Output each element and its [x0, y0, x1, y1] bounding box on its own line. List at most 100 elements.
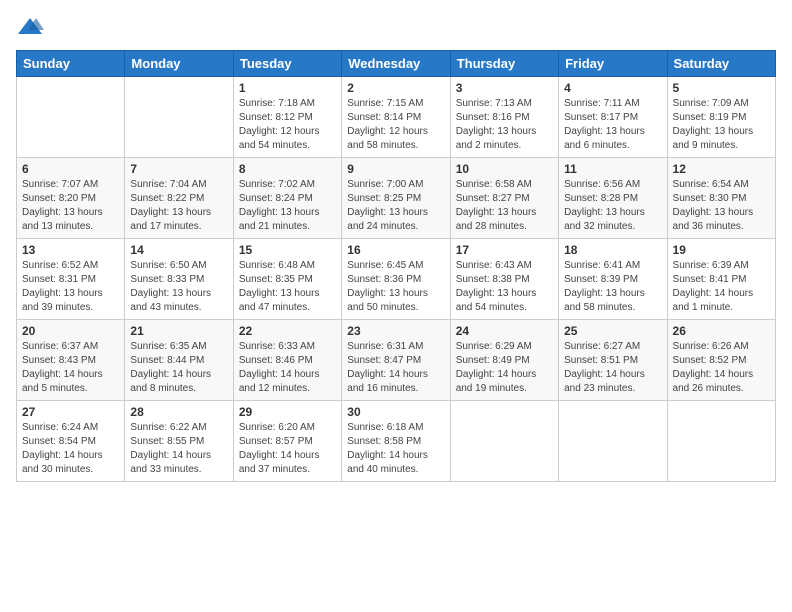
day-info: Sunrise: 6:35 AM Sunset: 8:44 PM Dayligh… [130, 340, 227, 396]
calendar-header-row: SundayMondayTuesdayWednesdayThursdayFrid… [17, 51, 776, 77]
day-number: 22 [239, 324, 336, 338]
calendar-cell: 1 Sunrise: 7:18 AM Sunset: 8:12 PM Daylig… [233, 77, 341, 158]
day-info: Sunrise: 6:37 AM Sunset: 8:43 PM Dayligh… [22, 340, 119, 396]
day-number: 10 [456, 162, 553, 176]
calendar-cell: 19 Sunrise: 6:39 AM Sunset: 8:41 PM Dayli… [667, 239, 775, 320]
calendar-cell: 6 Sunrise: 7:07 AM Sunset: 8:20 PM Daylig… [17, 158, 125, 239]
day-number: 2 [347, 81, 444, 95]
calendar-cell: 30 Sunrise: 6:18 AM Sunset: 8:58 PM Dayli… [342, 401, 450, 482]
day-info: Sunrise: 7:15 AM Sunset: 8:14 PM Dayligh… [347, 97, 444, 153]
logo [16, 16, 48, 38]
calendar-cell: 12Sunrise: 6:54 AM Sunset: 8:30 PM Dayli… [667, 158, 775, 239]
day-info: Sunrise: 7:09 AM Sunset: 8:19 PM Dayligh… [673, 97, 770, 153]
calendar-cell: 10 Sunrise: 6:58 AM Sunset: 8:27 PM Dayli… [450, 158, 558, 239]
day-number: 27 [22, 405, 119, 419]
day-info: Sunrise: 6:27 AM Sunset: 8:51 PM Dayligh… [564, 340, 661, 396]
day-number: 24 [456, 324, 553, 338]
day-info: Sunrise: 6:29 AM Sunset: 8:49 PM Dayligh… [456, 340, 553, 396]
calendar-cell: 24 Sunrise: 6:29 AM Sunset: 8:49 PM Dayli… [450, 320, 558, 401]
day-number: 18 [564, 243, 661, 257]
calendar-cell: 21Sunrise: 6:35 AM Sunset: 8:44 PM Dayli… [125, 320, 233, 401]
day-info: Sunrise: 7:11 AM Sunset: 8:17 PM Dayligh… [564, 97, 661, 153]
day-number: 7 [130, 162, 227, 176]
calendar-cell: 4 Sunrise: 7:11 AM Sunset: 8:17 PM Daylig… [559, 77, 667, 158]
day-number: 14 [130, 243, 227, 257]
calendar-cell: 23Sunrise: 6:31 AM Sunset: 8:47 PM Dayli… [342, 320, 450, 401]
day-info: Sunrise: 6:39 AM Sunset: 8:41 PM Dayligh… [673, 259, 770, 315]
calendar-week-5: 27 Sunrise: 6:24 AM Sunset: 8:54 PM Dayli… [17, 401, 776, 482]
day-number: 17 [456, 243, 553, 257]
calendar-cell: 8 Sunrise: 7:02 AM Sunset: 8:24 PM Daylig… [233, 158, 341, 239]
calendar-cell: 16 Sunrise: 6:45 AM Sunset: 8:36 PM Dayli… [342, 239, 450, 320]
weekday-header-monday: Monday [125, 51, 233, 77]
day-number: 25 [564, 324, 661, 338]
calendar-cell: 13 Sunrise: 6:52 AM Sunset: 8:31 PM Dayli… [17, 239, 125, 320]
weekday-header-saturday: Saturday [667, 51, 775, 77]
day-info: Sunrise: 6:52 AM Sunset: 8:31 PM Dayligh… [22, 259, 119, 315]
calendar-cell: 3 Sunrise: 7:13 AM Sunset: 8:16 PM Daylig… [450, 77, 558, 158]
day-info: Sunrise: 6:22 AM Sunset: 8:55 PM Dayligh… [130, 421, 227, 477]
weekday-header-wednesday: Wednesday [342, 51, 450, 77]
calendar-cell: 20 Sunrise: 6:37 AM Sunset: 8:43 PM Dayli… [17, 320, 125, 401]
day-number: 26 [673, 324, 770, 338]
day-info: Sunrise: 6:41 AM Sunset: 8:39 PM Dayligh… [564, 259, 661, 315]
calendar-cell: 27 Sunrise: 6:24 AM Sunset: 8:54 PM Dayli… [17, 401, 125, 482]
calendar-cell: 5Sunrise: 7:09 AM Sunset: 8:19 PM Daylig… [667, 77, 775, 158]
day-number: 15 [239, 243, 336, 257]
calendar-cell [125, 77, 233, 158]
calendar-cell [559, 401, 667, 482]
day-number: 9 [347, 162, 444, 176]
day-info: Sunrise: 6:56 AM Sunset: 8:28 PM Dayligh… [564, 178, 661, 234]
day-number: 13 [22, 243, 119, 257]
day-info: Sunrise: 7:07 AM Sunset: 8:20 PM Dayligh… [22, 178, 119, 234]
day-info: Sunrise: 6:48 AM Sunset: 8:35 PM Dayligh… [239, 259, 336, 315]
calendar-week-4: 20 Sunrise: 6:37 AM Sunset: 8:43 PM Dayli… [17, 320, 776, 401]
day-info: Sunrise: 7:00 AM Sunset: 8:25 PM Dayligh… [347, 178, 444, 234]
day-number: 4 [564, 81, 661, 95]
day-number: 19 [673, 243, 770, 257]
day-number: 29 [239, 405, 336, 419]
day-info: Sunrise: 6:33 AM Sunset: 8:46 PM Dayligh… [239, 340, 336, 396]
calendar-cell: 26 Sunrise: 6:26 AM Sunset: 8:52 PM Dayli… [667, 320, 775, 401]
day-info: Sunrise: 6:20 AM Sunset: 8:57 PM Dayligh… [239, 421, 336, 477]
day-info: Sunrise: 7:02 AM Sunset: 8:24 PM Dayligh… [239, 178, 336, 234]
calendar-cell: 7Sunrise: 7:04 AM Sunset: 8:22 PM Daylig… [125, 158, 233, 239]
calendar-cell: 9 Sunrise: 7:00 AM Sunset: 8:25 PM Daylig… [342, 158, 450, 239]
calendar-cell [17, 77, 125, 158]
calendar-cell: 25 Sunrise: 6:27 AM Sunset: 8:51 PM Dayli… [559, 320, 667, 401]
day-number: 1 [239, 81, 336, 95]
day-info: Sunrise: 6:45 AM Sunset: 8:36 PM Dayligh… [347, 259, 444, 315]
day-number: 28 [130, 405, 227, 419]
calendar-cell: 18 Sunrise: 6:41 AM Sunset: 8:39 PM Dayli… [559, 239, 667, 320]
page-header [16, 16, 776, 38]
calendar-cell: 28 Sunrise: 6:22 AM Sunset: 8:55 PM Dayli… [125, 401, 233, 482]
day-info: Sunrise: 7:18 AM Sunset: 8:12 PM Dayligh… [239, 97, 336, 153]
day-info: Sunrise: 6:18 AM Sunset: 8:58 PM Dayligh… [347, 421, 444, 477]
day-info: Sunrise: 6:58 AM Sunset: 8:27 PM Dayligh… [456, 178, 553, 234]
calendar-cell: 2 Sunrise: 7:15 AM Sunset: 8:14 PM Daylig… [342, 77, 450, 158]
calendar-week-3: 13 Sunrise: 6:52 AM Sunset: 8:31 PM Dayli… [17, 239, 776, 320]
calendar-cell: 14 Sunrise: 6:50 AM Sunset: 8:33 PM Dayli… [125, 239, 233, 320]
day-number: 20 [22, 324, 119, 338]
weekday-header-tuesday: Tuesday [233, 51, 341, 77]
day-number: 16 [347, 243, 444, 257]
calendar-week-1: 1 Sunrise: 7:18 AM Sunset: 8:12 PM Daylig… [17, 77, 776, 158]
day-number: 3 [456, 81, 553, 95]
day-number: 23 [347, 324, 444, 338]
day-number: 8 [239, 162, 336, 176]
day-number: 30 [347, 405, 444, 419]
day-info: Sunrise: 6:24 AM Sunset: 8:54 PM Dayligh… [22, 421, 119, 477]
day-number: 6 [22, 162, 119, 176]
weekday-header-thursday: Thursday [450, 51, 558, 77]
weekday-header-friday: Friday [559, 51, 667, 77]
day-number: 11 [564, 162, 661, 176]
day-info: Sunrise: 6:50 AM Sunset: 8:33 PM Dayligh… [130, 259, 227, 315]
day-info: Sunrise: 6:26 AM Sunset: 8:52 PM Dayligh… [673, 340, 770, 396]
calendar-cell: 15 Sunrise: 6:48 AM Sunset: 8:35 PM Dayli… [233, 239, 341, 320]
weekday-header-sunday: Sunday [17, 51, 125, 77]
day-info: Sunrise: 6:43 AM Sunset: 8:38 PM Dayligh… [456, 259, 553, 315]
day-number: 12 [673, 162, 770, 176]
calendar-cell: 29 Sunrise: 6:20 AM Sunset: 8:57 PM Dayli… [233, 401, 341, 482]
day-info: Sunrise: 7:13 AM Sunset: 8:16 PM Dayligh… [456, 97, 553, 153]
calendar-table: SundayMondayTuesdayWednesdayThursdayFrid… [16, 50, 776, 482]
